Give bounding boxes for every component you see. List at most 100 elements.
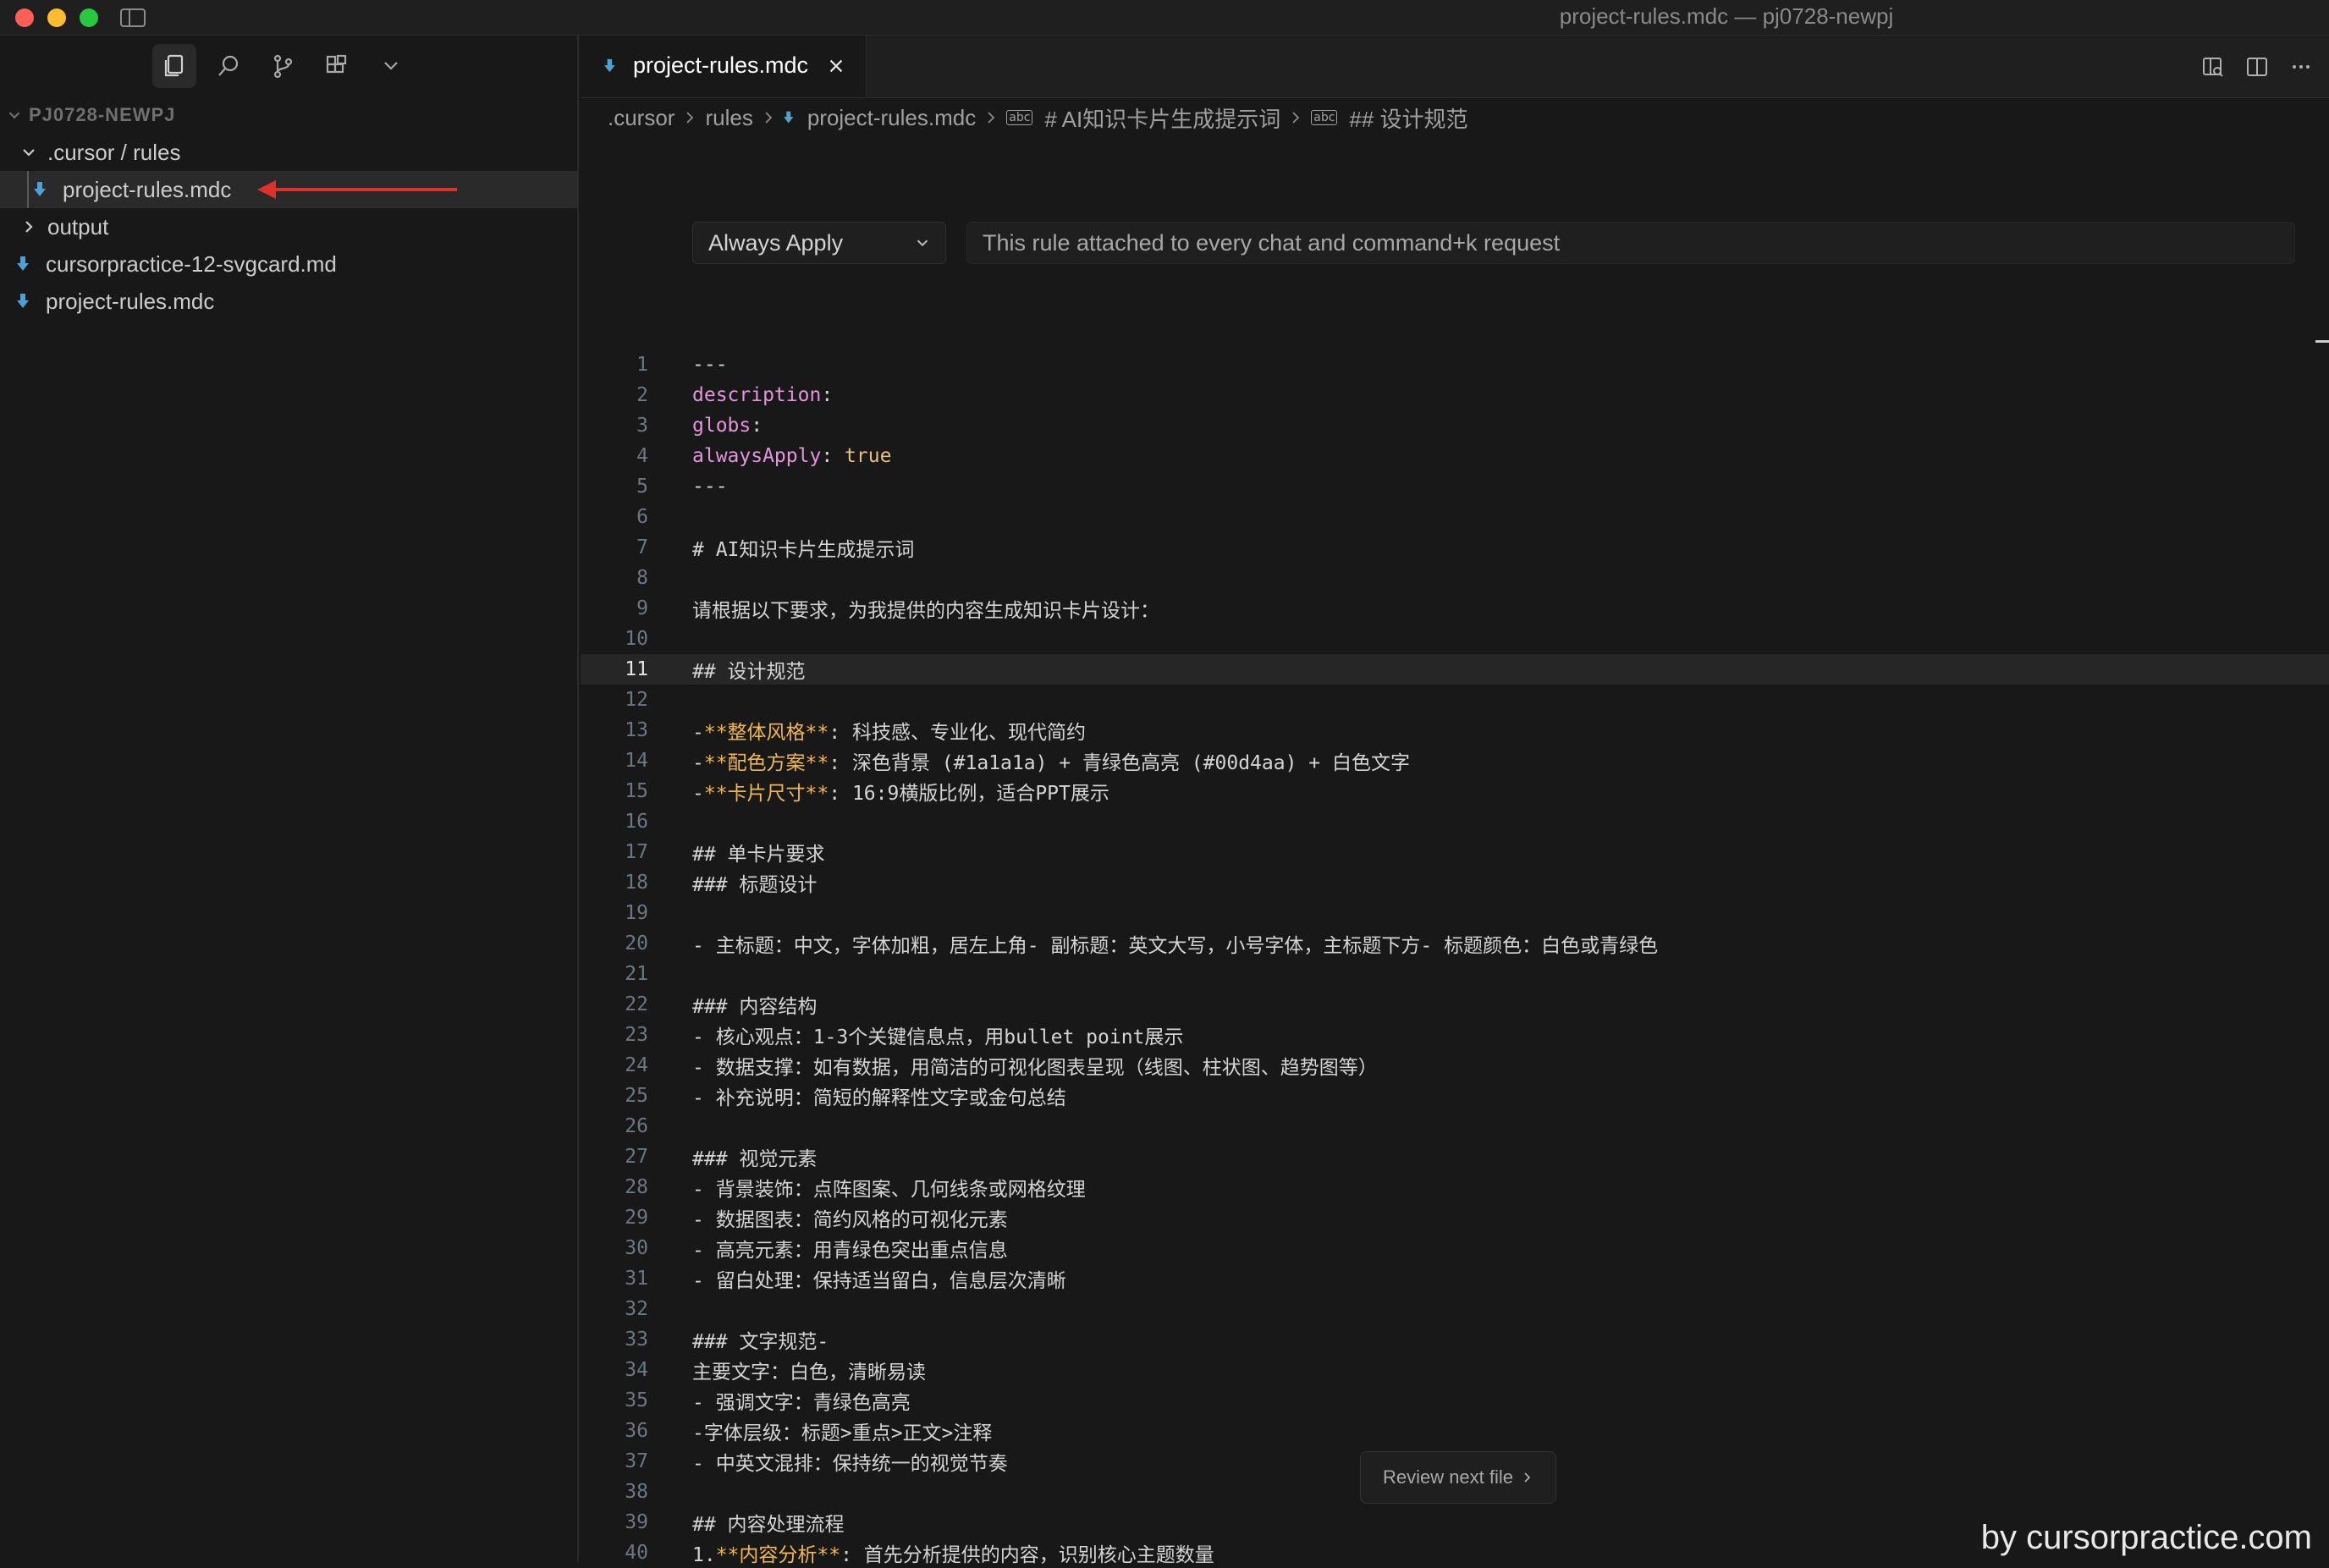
line-number: 21 — [581, 963, 648, 985]
line-number: 11 — [581, 658, 648, 680]
line-number: 29 — [581, 1207, 648, 1229]
code-line[interactable]: 26 — [581, 1111, 2329, 1142]
tab-project-rules[interactable]: project-rules.mdc — [581, 36, 867, 97]
tree-folder-output[interactable]: output — [0, 208, 577, 245]
code-line[interactable]: 14-**配色方案**: 深色背景 (#1a1a1a) + 青绿色高亮 (#00… — [581, 745, 2329, 776]
maximize-window-button[interactable] — [80, 8, 98, 27]
review-next-file-button[interactable]: Review next file — [1360, 1451, 1556, 1504]
code-line[interactable]: 3globs: — [581, 410, 2329, 441]
code-line[interactable]: 31- 留白处理：保持适当留白，信息层次清晰 — [581, 1263, 2329, 1294]
code-line[interactable]: 23- 核心观点：1-3个关键信息点，用bullet point展示 — [581, 1020, 2329, 1050]
code-line[interactable]: 19 — [581, 898, 2329, 928]
red-annotation-arrow — [273, 188, 457, 191]
chevron-down-icon — [19, 142, 39, 162]
breadcrumb-item[interactable]: .cursor — [608, 105, 674, 131]
chevron-down-icon — [913, 234, 932, 252]
close-icon[interactable] — [827, 57, 845, 75]
code-line[interactable]: 30- 高亮元素：用青绿色突出重点信息 — [581, 1233, 2329, 1263]
code-line[interactable]: 28- 背景装饰：点阵图案、几何线条或网格纹理 — [581, 1172, 2329, 1202]
code-line[interactable]: 2description: — [581, 380, 2329, 410]
minimize-window-button[interactable] — [47, 8, 66, 27]
split-editor-icon[interactable] — [2244, 54, 2270, 80]
code-line[interactable]: 12 — [581, 685, 2329, 715]
markdown-file-icon — [604, 56, 621, 76]
code-line[interactable]: 24- 数据支撑：如有数据，用简洁的可视化图表呈现（线图、柱状图、趋势图等） — [581, 1050, 2329, 1081]
breadcrumb-item[interactable]: rules — [705, 105, 752, 131]
line-text: # AI知识卡片生成提示词 — [648, 533, 914, 562]
breadcrumb-item[interactable]: # AI知识卡片生成提示词 — [1044, 102, 1280, 134]
code-line[interactable]: 17## 单卡片要求 — [581, 837, 2329, 867]
code-line[interactable]: 36-字体层级：标题>重点>正文>注释 — [581, 1416, 2329, 1446]
line-number: 30 — [581, 1237, 648, 1259]
tree-folder-cursor-rules[interactable]: .cursor / rules — [0, 134, 577, 171]
sidebar-activity-bar — [0, 36, 577, 96]
line-number: 35 — [581, 1389, 648, 1411]
explorer-sidebar: PJ0728-NEWPJ .cursor / rules project-rul… — [0, 36, 579, 1562]
rule-description-text: This rule attached to every chat and com… — [983, 230, 1560, 256]
watermark: by cursorpractice.com — [1981, 1519, 2312, 1557]
line-number: 27 — [581, 1146, 648, 1168]
code-line[interactable]: 11## 设计规范 — [581, 654, 2329, 685]
tree-file-project-rules-selected[interactable]: project-rules.mdc — [0, 171, 577, 208]
line-number: 32 — [581, 1298, 648, 1320]
code-line[interactable]: 20- 主标题：中文，字体加粗，居左上角- 副标题：英文大写，小号字体，主标题下… — [581, 928, 2329, 959]
code-line[interactable]: 8 — [581, 563, 2329, 593]
line-text: 1.**内容分析**: 首先分析提供的内容，识别核心主题数量 — [648, 1538, 1214, 1567]
code-line[interactable]: 22### 内容结构 — [581, 989, 2329, 1020]
code-line[interactable]: 4alwaysApply: true — [581, 441, 2329, 471]
code-line[interactable]: 1--- — [581, 349, 2329, 380]
line-number: 12 — [581, 689, 648, 711]
code-line[interactable]: 32 — [581, 1294, 2329, 1324]
rule-type-value: Always Apply — [708, 230, 843, 256]
line-text: - 主标题：中文，字体加粗，居左上角- 副标题：英文大写，小号字体，主标题下方-… — [648, 929, 1658, 958]
code-line[interactable]: 10 — [581, 624, 2329, 654]
line-text: - 补充说明：简短的解释性文字或金句总结 — [648, 1081, 1066, 1110]
line-number: 13 — [581, 719, 648, 741]
line-text: description: — [648, 384, 833, 406]
code-line[interactable]: 18### 标题设计 — [581, 867, 2329, 898]
more-actions-icon[interactable] — [2288, 54, 2314, 80]
toggle-sidebar-icon[interactable] — [120, 8, 146, 27]
tree-file-project-rules[interactable]: project-rules.mdc — [0, 283, 577, 320]
workspace-name: PJ0728-NEWPJ — [29, 104, 175, 126]
line-number: 18 — [581, 872, 648, 894]
code-line[interactable]: 6 — [581, 502, 2329, 532]
code-line[interactable]: 15-**卡片尺寸**: 16:9横版比例，适合PPT展示 — [581, 776, 2329, 806]
code-line[interactable]: 34主要文字：白色，清晰易读 — [581, 1355, 2329, 1385]
tree-file-svgcard[interactable]: cursorpractice-12-svgcard.md — [0, 245, 577, 283]
code-line[interactable]: 16 — [581, 806, 2329, 837]
code-line[interactable]: 9请根据以下要求，为我提供的内容生成知识卡片设计： — [581, 593, 2329, 624]
code-line[interactable]: 25- 补充说明：简短的解释性文字或金句总结 — [581, 1081, 2329, 1111]
files-icon[interactable] — [152, 44, 196, 88]
open-preview-icon[interactable] — [2200, 54, 2226, 80]
extensions-icon[interactable] — [315, 44, 359, 88]
scrollbar-marker — [2315, 340, 2329, 343]
code-line[interactable]: 27### 视觉元素 — [581, 1142, 2329, 1172]
code-line[interactable]: 29- 数据图表：简约风格的可视化元素 — [581, 1202, 2329, 1233]
tree-item-label: .cursor / rules — [47, 140, 181, 166]
breadcrumb-item[interactable]: project-rules.mdc — [807, 105, 976, 131]
code-line[interactable]: 33### 文字规范- — [581, 1324, 2329, 1355]
code-editor[interactable]: 1---2description:3globs:4alwaysApply: tr… — [581, 349, 2329, 1568]
line-number: 2 — [581, 384, 648, 406]
close-window-button[interactable] — [15, 8, 34, 27]
line-number: 37 — [581, 1450, 648, 1472]
line-number: 22 — [581, 993, 648, 1015]
rule-description-field[interactable]: This rule attached to every chat and com… — [966, 222, 2295, 264]
code-line[interactable]: 21 — [581, 959, 2329, 989]
window-controls — [15, 8, 98, 27]
search-icon[interactable] — [206, 44, 251, 88]
rule-type-dropdown[interactable]: Always Apply — [692, 222, 946, 264]
source-control-icon[interactable] — [261, 44, 305, 88]
code-line[interactable]: 35- 强调文字：青绿色高亮 — [581, 1385, 2329, 1416]
chevron-down-icon[interactable] — [369, 44, 413, 88]
code-line[interactable]: 5--- — [581, 471, 2329, 502]
line-number: 3 — [581, 415, 648, 437]
breadcrumb-item[interactable]: ## 设计规范 — [1349, 102, 1467, 134]
chevron-right-icon — [762, 111, 775, 124]
line-number: 36 — [581, 1420, 648, 1442]
line-text: - 背景装饰：点阵图案、几何线条或网格纹理 — [648, 1173, 1086, 1202]
workspace-header[interactable]: PJ0728-NEWPJ — [0, 96, 577, 134]
code-line[interactable]: 13-**整体风格**: 科技感、专业化、现代简约 — [581, 715, 2329, 745]
code-line[interactable]: 7# AI知识卡片生成提示词 — [581, 532, 2329, 563]
